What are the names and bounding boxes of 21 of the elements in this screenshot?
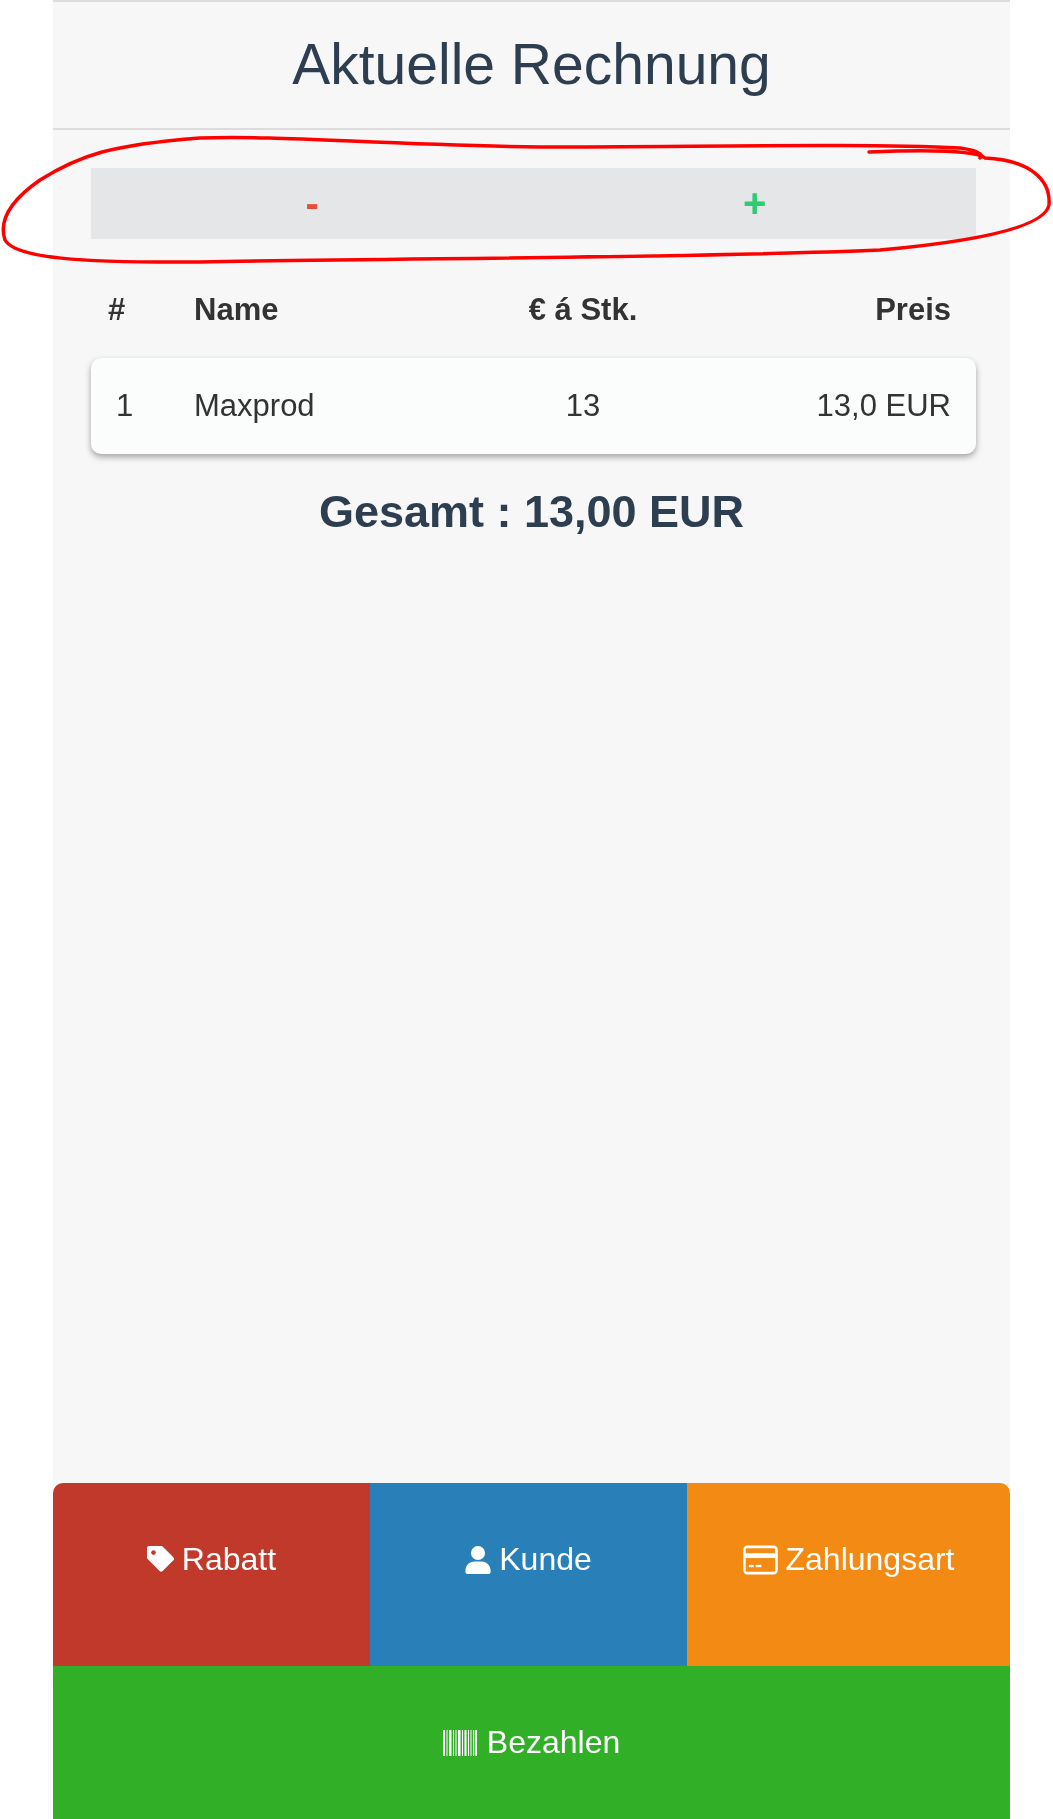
column-header: Name	[194, 292, 279, 328]
credit-card-icon	[742, 1544, 778, 1575]
customer-button[interactable]: Kunde	[370, 1483, 687, 1666]
column-header: #	[107, 292, 126, 328]
total-amount: Gesamt : 13,00 EUR	[318, 486, 745, 538]
column-header: Preis	[875, 292, 951, 328]
column-header: € á Stk.	[528, 292, 638, 328]
barcode-icon	[442, 1729, 477, 1756]
tag-icon	[146, 1546, 174, 1573]
user-icon	[465, 1545, 492, 1574]
table-cell: 13	[565, 388, 601, 424]
page-title: Aktuelle Rechnung	[292, 32, 771, 98]
table-cell: 13,0 EUR	[816, 388, 951, 424]
pay-button[interactable]: Bezahlen	[53, 1666, 1010, 1819]
table-row[interactable]: 1 Maxprod 13 13,0 EUR	[91, 358, 976, 454]
plus-button[interactable]: +	[533, 168, 976, 239]
table-cell-text: 1	[115, 388, 134, 424]
minus-button[interactable]: -	[91, 168, 534, 239]
table-cell: Maxprod	[194, 388, 315, 424]
discount-button[interactable]: Rabatt	[53, 1483, 370, 1666]
payment-method-button[interactable]: Zahlungsart	[687, 1483, 1010, 1666]
